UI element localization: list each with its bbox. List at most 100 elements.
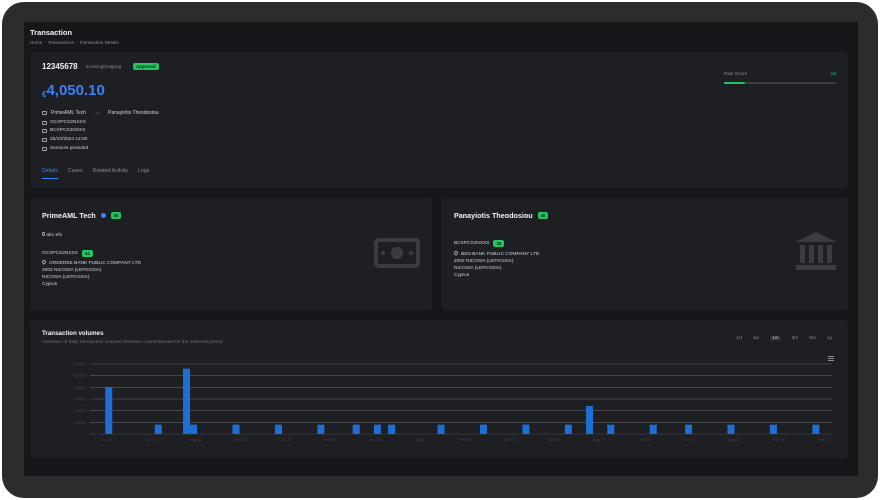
receiver-address-line: Cyprus xyxy=(454,273,470,278)
receiver-address-line: 2002 NICOSIA (LEFKOSIA) xyxy=(454,259,514,264)
volume-bar[interactable] xyxy=(607,424,615,434)
volume-bar[interactable] xyxy=(685,424,693,434)
status-badge: Approved xyxy=(133,63,159,70)
volume-bar[interactable] xyxy=(769,424,777,434)
breadcrumb-home[interactable]: Home xyxy=(30,40,42,45)
sender-card: PrimeAML Tech 55 abc-efx OCXPCX2NXXX 54 … xyxy=(30,198,432,310)
x-tick-label: Mar '24 xyxy=(504,438,517,442)
volume-bar[interactable] xyxy=(190,424,198,434)
tab-related-activity[interactable]: Related Activity xyxy=(93,168,128,179)
calendar-icon xyxy=(42,137,47,142)
location-pin-icon xyxy=(41,259,47,265)
sender-name[interactable]: PrimeAML Tech xyxy=(42,211,96,220)
volume-bar[interactable] xyxy=(812,424,820,434)
volume-bar[interactable] xyxy=(232,424,240,434)
page-header: Transaction Home › Transactions › Transa… xyxy=(30,28,119,45)
building-icon xyxy=(42,120,47,125)
x-tick-label: 2024 xyxy=(416,438,424,442)
purpose-row: Services provided xyxy=(42,146,88,151)
bank-building-icon xyxy=(796,232,836,270)
volume-bar[interactable] xyxy=(183,368,191,434)
y-tick-label: 500000 xyxy=(74,374,86,378)
x-tick-label: Aug '23 xyxy=(189,438,202,442)
x-tick-label: May '24 xyxy=(593,438,606,442)
tab-logs[interactable]: Logs xyxy=(138,168,149,179)
x-tick-label: Aug '24 xyxy=(728,438,741,442)
receiver-address-line: NICOSIA (LEFKOSIA) xyxy=(454,266,502,271)
risk-score-fill xyxy=(724,82,746,84)
flow-from[interactable]: PrimeAML Tech xyxy=(51,110,86,116)
verified-icon xyxy=(100,213,106,218)
x-tick-label: Dec '23 xyxy=(369,438,382,442)
document-icon xyxy=(42,146,47,151)
receiver-score-badge: 40 xyxy=(537,212,549,219)
volume-bar[interactable] xyxy=(727,424,735,434)
x-tick-label: Oct '23 xyxy=(280,438,292,442)
volume-bar[interactable] xyxy=(586,406,594,434)
sender-score-badge: 55 xyxy=(110,212,122,219)
location-pin-icon xyxy=(453,250,459,256)
breadcrumb-transactions[interactable]: Transactions xyxy=(48,40,74,45)
device-frame: Transaction Home › Transactions › Transa… xyxy=(2,2,878,498)
banknote-icon xyxy=(374,238,420,268)
volume-bar[interactable] xyxy=(522,424,530,434)
volume-bar[interactable] xyxy=(373,424,381,434)
from-bic-row: OCXPCX2NXXX xyxy=(42,120,86,125)
sender-address-line: 2002 NICOSIA (LEFKOSIA) xyxy=(42,268,102,273)
volume-bar[interactable] xyxy=(105,387,113,434)
receiver-address-line: BEN BANK PUBLIC COMPANY LTD xyxy=(461,252,540,257)
volume-bar[interactable] xyxy=(352,424,360,434)
x-tick-label: Feb '24 xyxy=(459,438,472,442)
amount-value: 4,050.10 xyxy=(46,82,105,99)
y-tick-label: 300000 xyxy=(74,398,86,402)
x-tick-label: Apr '24 xyxy=(549,438,561,442)
transaction-amount: €4,050.10 xyxy=(42,82,105,100)
x-tick-label: Nov '23 xyxy=(324,438,337,442)
receiver-bic: BCXPCX2NXXX xyxy=(454,241,490,246)
breadcrumb-current: Transaction Details xyxy=(79,40,119,45)
volume-bar[interactable] xyxy=(649,424,657,434)
x-tick-label: Jun '24 xyxy=(638,438,650,442)
receiver-card: Panayiotis Theodosiou 40 BCXPCX2NXXX 38 … xyxy=(442,198,848,310)
flow-to[interactable]: Panayiotis Theodosiou xyxy=(108,110,159,116)
sender-id: abc-efx xyxy=(46,233,63,238)
volume-bar[interactable] xyxy=(437,424,445,434)
receiver-name[interactable]: Panayiotis Theodosiou xyxy=(454,211,533,220)
volume-bar[interactable] xyxy=(317,424,325,434)
transaction-summary-card: 12345678 Incoming/Outgoing Approved €4,0… xyxy=(30,52,848,188)
arrow-right-icon: → xyxy=(94,110,101,116)
x-tick-label: Jun '23 xyxy=(100,438,112,442)
breadcrumb-separator: › xyxy=(44,40,46,45)
tab-details[interactable]: Details xyxy=(42,168,58,179)
risk-score-bar xyxy=(724,82,836,84)
volume-bar[interactable] xyxy=(388,424,396,434)
x-tick-label: Jul '24 xyxy=(684,438,695,442)
x-tick-label: Sep '24 xyxy=(773,438,786,442)
y-tick-label: 0 xyxy=(84,433,86,437)
tab-cases[interactable]: Cases xyxy=(68,168,83,179)
volume-bar[interactable] xyxy=(154,424,162,434)
to-bic-row: BCXPCX2NXXX xyxy=(42,128,85,133)
breadcrumb-separator: › xyxy=(75,40,78,45)
x-tick-label: Jul '23 xyxy=(145,438,156,442)
datetime-row: 25/10/2024 12:00 xyxy=(42,137,87,142)
x-tick-label: Oct '24 xyxy=(818,438,830,442)
risk-score-label: Risk Score xyxy=(724,72,748,77)
risk-score-value: 19 xyxy=(830,72,836,77)
transaction-flow: PrimeAML Tech → Panayiotis Theodosiou xyxy=(42,110,159,116)
sender-bic-row: OCXPCX2NXXX 54 xyxy=(42,250,93,257)
sender-address-line: NICOSIA (LEFKOSIA) xyxy=(42,275,90,280)
y-tick-label: 600000 xyxy=(74,363,86,367)
volume-bar[interactable] xyxy=(274,424,282,434)
volume-bar[interactable] xyxy=(564,424,572,434)
sender-bic: OCXPCX2NXXX xyxy=(42,251,78,256)
building-icon xyxy=(42,128,47,133)
y-tick-label: 200000 xyxy=(74,409,86,413)
risk-score-panel: Risk Score 19 xyxy=(724,72,836,84)
volume-bar[interactable] xyxy=(480,424,488,434)
direction-badge: Incoming/Outgoing xyxy=(86,64,122,69)
receiver-bic-row: BCXPCX2NXXX 38 xyxy=(454,240,505,247)
page-title: Transaction xyxy=(30,28,73,37)
receiver-name-row: Panayiotis Theodosiou 40 xyxy=(454,211,549,220)
transaction-id: 12345678 xyxy=(42,62,78,71)
